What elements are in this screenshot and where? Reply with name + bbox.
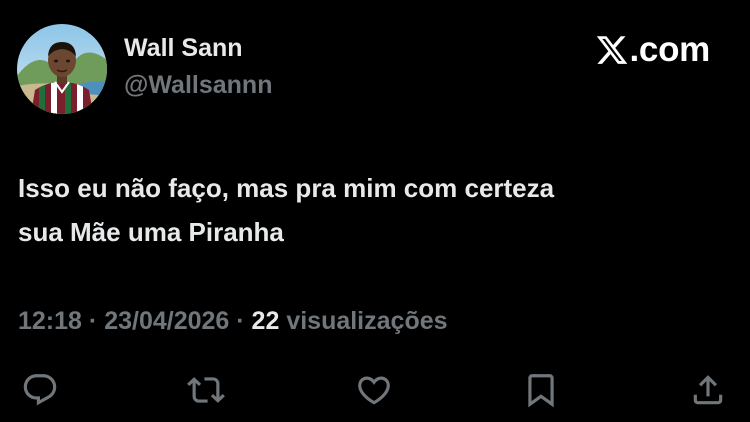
meta-separator: · (236, 307, 245, 335)
tweet-date[interactable]: 23/04/2026 (104, 307, 229, 335)
share-icon (693, 375, 723, 405)
tweet-text: Isso eu não faço, mas pra mim com certez… (18, 166, 733, 254)
share-button[interactable] (688, 370, 728, 410)
brand-text: .com (629, 30, 711, 69)
repost-icon (187, 377, 225, 403)
action-bar (0, 370, 750, 410)
like-button[interactable] (354, 370, 394, 410)
repost-button[interactable] (186, 370, 226, 410)
meta-separator: · (88, 307, 98, 335)
x-logo-icon (596, 36, 627, 64)
avatar[interactable] (17, 24, 107, 114)
reply-button[interactable] (20, 370, 60, 410)
tweet-text-line: Isso eu não faço, mas pra mim com certez… (18, 173, 555, 203)
avatar-image (17, 24, 107, 114)
brand-watermark: .com (595, 30, 711, 70)
bookmark-button[interactable] (521, 370, 561, 410)
heart-icon (358, 376, 390, 405)
tweet-time[interactable]: 12:18 (18, 307, 82, 335)
views-count[interactable]: 22 (252, 307, 280, 335)
bookmark-icon (528, 374, 554, 408)
views-label[interactable]: visualizações (286, 307, 447, 335)
tweet-text-line: sua Mãe uma Piranha (18, 217, 284, 247)
author-handle[interactable]: @Wallsannn (124, 71, 272, 100)
author-display-name[interactable]: Wall Sann (124, 34, 243, 63)
tweet-meta: 12:18 · 23/04/2026 · 22 visualizações (18, 307, 448, 336)
reply-icon (23, 374, 57, 406)
